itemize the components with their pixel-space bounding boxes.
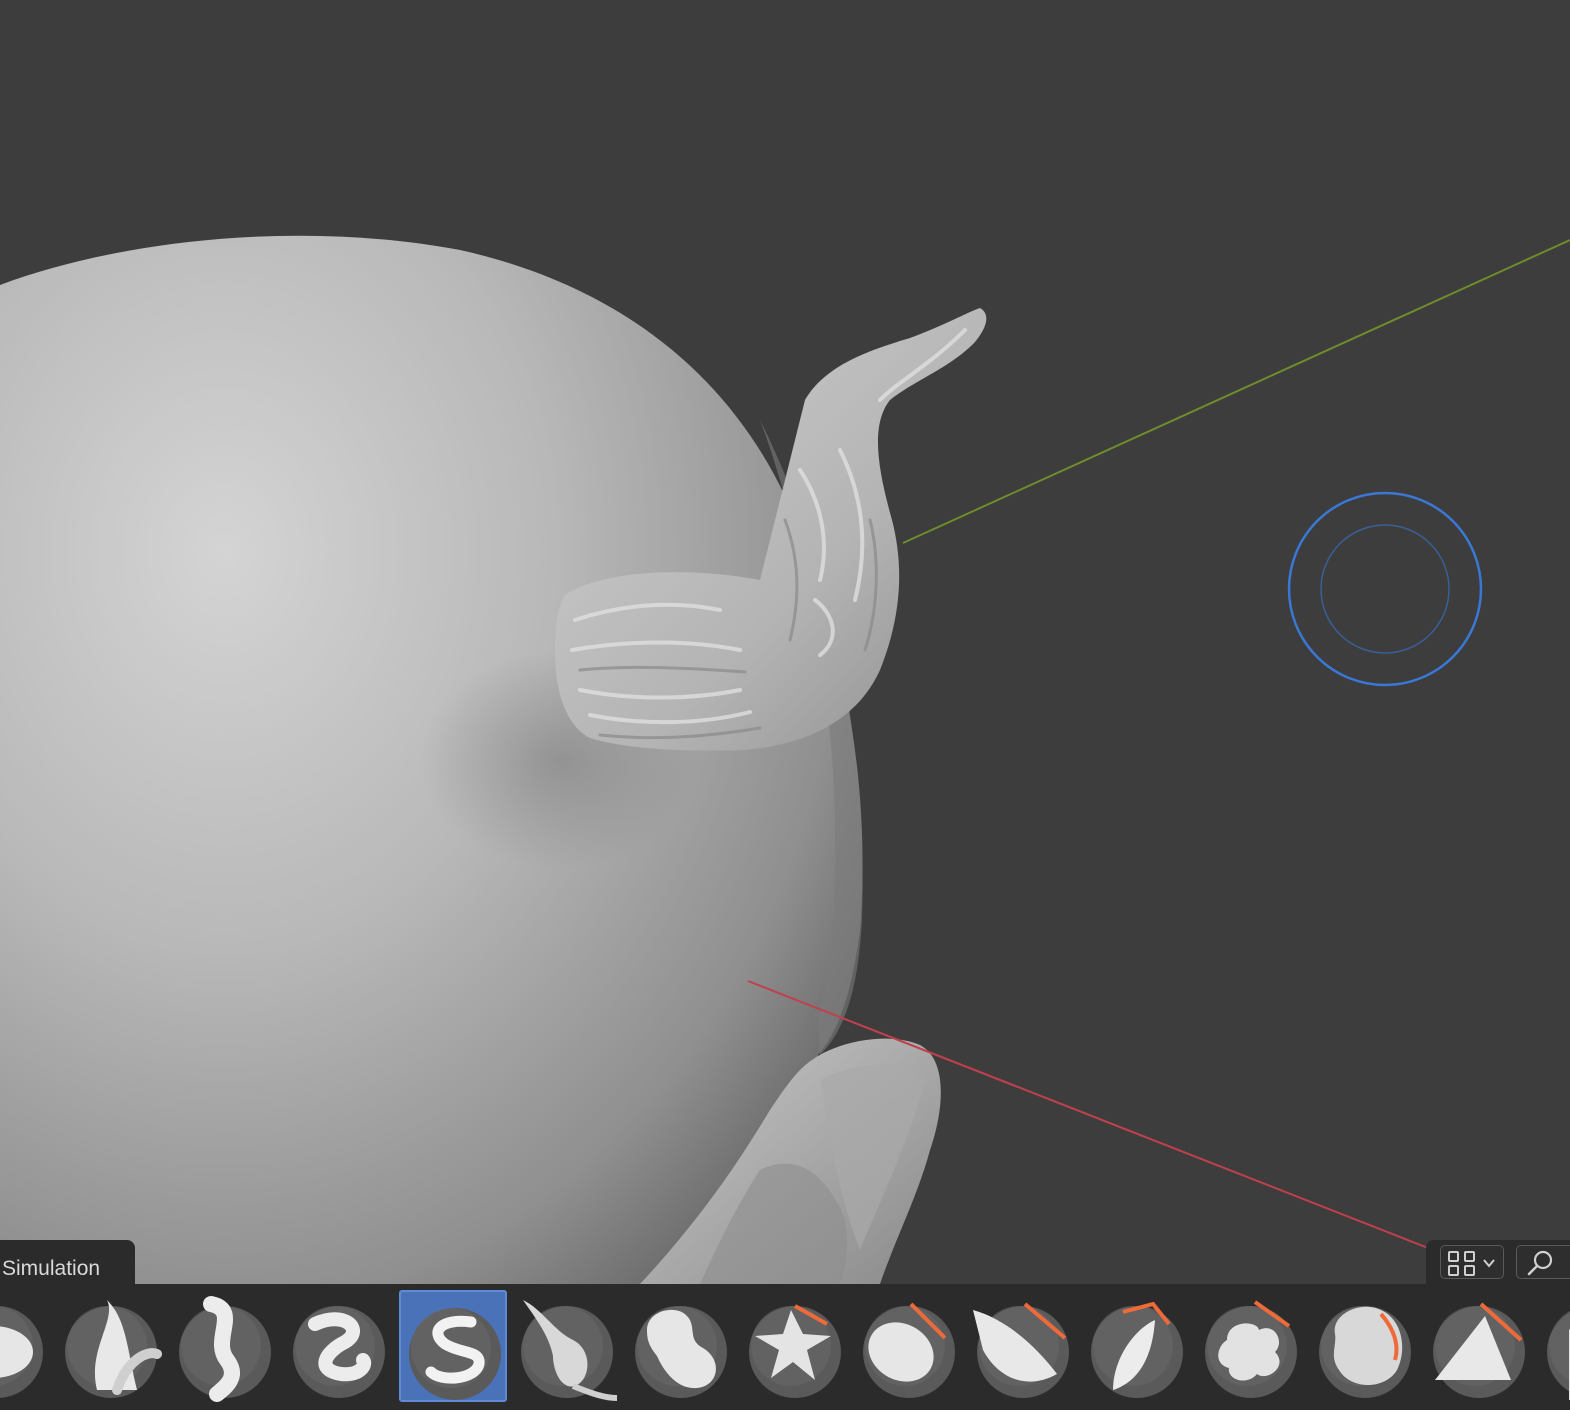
brush-item-3[interactable] xyxy=(171,1290,279,1402)
chevron-down-icon xyxy=(1483,1259,1495,1268)
brush-item-1[interactable] xyxy=(0,1290,51,1402)
brush-item-14[interactable] xyxy=(1425,1290,1533,1402)
brush-item-5[interactable] xyxy=(399,1290,507,1402)
brush-item-6[interactable] xyxy=(513,1290,621,1402)
brush-item-13[interactable] xyxy=(1311,1290,1419,1402)
brush-item-4[interactable] xyxy=(285,1290,393,1402)
grid-icon xyxy=(1448,1251,1495,1276)
brush-flatten-icon xyxy=(0,1294,45,1398)
brush-item-7[interactable] xyxy=(627,1290,735,1402)
brush-item-15[interactable] xyxy=(1539,1290,1570,1402)
brush-smooth-stroke-icon xyxy=(63,1294,162,1398)
layout-dropdown-button[interactable] xyxy=(1440,1245,1504,1279)
brush-snake-curl-icon xyxy=(291,1294,387,1398)
brush-item-8[interactable] xyxy=(741,1290,849,1402)
brush-cluster-icon xyxy=(1203,1294,1299,1398)
brush-leaf-icon xyxy=(1089,1294,1185,1398)
search-icon xyxy=(1527,1250,1553,1276)
brush-rough-blob-icon xyxy=(1317,1294,1413,1398)
simulation-tab[interactable]: Simulation xyxy=(0,1240,135,1284)
brush-item-9[interactable] xyxy=(855,1290,963,1402)
brush-pull-tail-icon xyxy=(519,1294,618,1401)
brush-cursor xyxy=(1287,491,1483,687)
brush-wedge-icon xyxy=(973,1294,1071,1398)
simulation-tab-label: Simulation xyxy=(2,1257,101,1280)
brush-item-10[interactable] xyxy=(969,1290,1077,1402)
brush-item-2[interactable] xyxy=(57,1290,165,1402)
viewport-corner-tools xyxy=(1426,1240,1570,1284)
brush-asset-shelf xyxy=(0,1284,1570,1410)
y-axis-line xyxy=(902,239,1570,544)
brush-item-11[interactable] xyxy=(1083,1290,1191,1402)
brush-cone-icon xyxy=(1431,1294,1527,1398)
brush-disc-slice-icon xyxy=(861,1294,957,1398)
brush-item-12[interactable] xyxy=(1197,1290,1305,1402)
3d-viewport[interactable] xyxy=(0,0,1570,1284)
viewport-scene xyxy=(0,235,1570,1284)
brush-cross-cut-icon xyxy=(747,1294,843,1398)
brush-partial-icon xyxy=(1545,1294,1570,1400)
brush-s-curve-icon xyxy=(177,1294,273,1402)
search-button[interactable] xyxy=(1516,1245,1570,1279)
brush-snake-hook-icon xyxy=(407,1296,503,1400)
brush-inflate-blob-icon xyxy=(633,1294,729,1398)
